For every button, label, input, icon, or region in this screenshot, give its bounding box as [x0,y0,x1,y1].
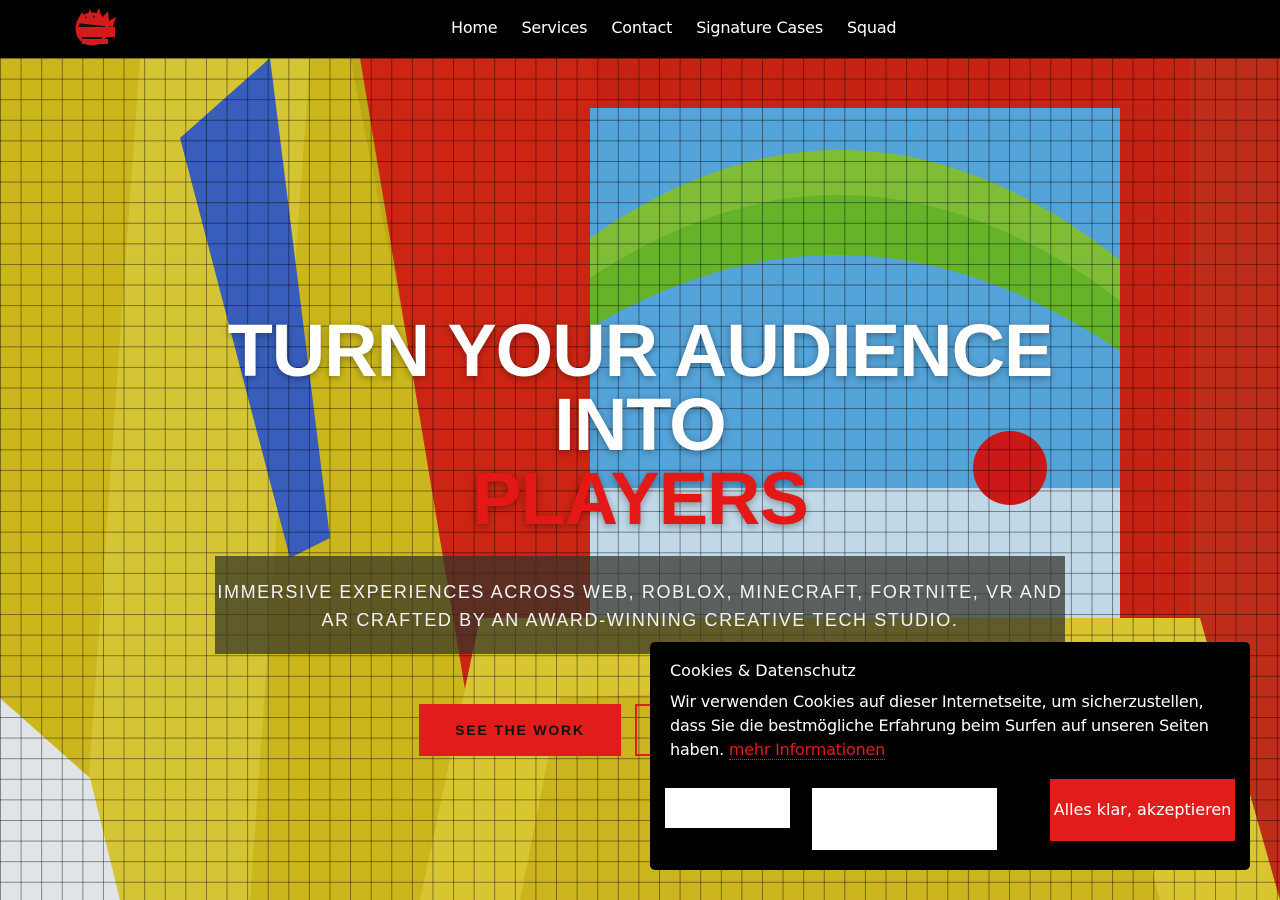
more-information-link[interactable]: mehr Informationen [728,740,885,760]
nav-services[interactable]: Services [521,18,587,37]
cookie-title: Cookies & Datenschutz [670,661,856,680]
nav-home[interactable]: Home [451,18,498,37]
hero-subtitle: IMMERSIVE EXPERIENCES ACROSS WEB, ROBLOX… [217,582,1063,630]
top-navigation: Home Services Contact Signature Cases Sq… [0,0,1280,58]
cookie-option-button[interactable] [665,788,790,828]
cookie-settings-button[interactable] [812,788,997,850]
nav-squad[interactable]: Squad [847,18,897,37]
logo[interactable] [68,5,122,53]
headline-line-1: TURN YOUR AUDIENCE [227,309,1054,392]
hero-subtitle-box: IMMERSIVE EXPERIENCES ACROSS WEB, ROBLOX… [215,556,1065,654]
cookie-banner: Cookies & Datenschutz Wir verwenden Cook… [650,642,1250,870]
accept-cookies-button[interactable]: Alles klar, akzeptieren [1050,779,1235,841]
hero-headline: TURN YOUR AUDIENCE INTO PLAYERS [0,314,1280,536]
cookie-text: Wir verwenden Cookies auf dieser Interne… [670,690,1230,762]
headline-accent: PLAYERS [472,457,809,540]
nav-contact[interactable]: Contact [611,18,672,37]
headline-line-2: INTO [554,383,726,466]
nav-signature-cases[interactable]: Signature Cases [696,18,823,37]
see-the-work-button[interactable]: SEE THE WORK [419,704,621,756]
main-menu: Home Services Contact Signature Cases Sq… [451,18,897,37]
